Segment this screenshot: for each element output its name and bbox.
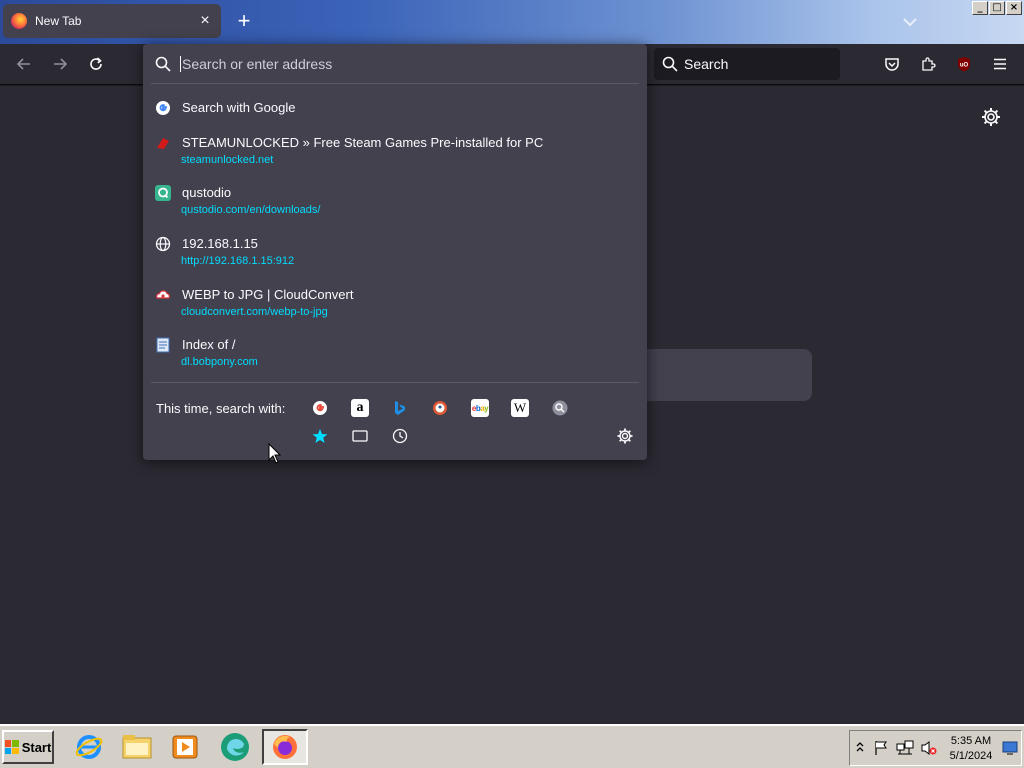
show-desktop-icon[interactable]: [1002, 741, 1018, 755]
firefox-icon: [273, 735, 297, 759]
taskbar: Start 5:35 AM 5/1/2024: [0, 724, 1024, 768]
result-title: 192.168.1.15: [182, 236, 258, 251]
result-title: Index of /: [182, 337, 236, 352]
show-hidden-icons-icon[interactable]: [856, 741, 864, 753]
menu-button[interactable]: [988, 52, 1012, 76]
title-bar: New Tab × + _ □ ×: [0, 0, 1024, 44]
duckduckgo-icon: [433, 401, 447, 415]
wikipedia-icon: W: [513, 400, 527, 415]
search-icon: [662, 56, 678, 72]
ebay-icon: ebay: [471, 403, 489, 413]
ebay-engine-button[interactable]: ebay: [471, 399, 489, 417]
minimize-button[interactable]: _: [972, 1, 988, 15]
document-icon: [156, 337, 170, 353]
search-settings-gear-icon[interactable]: [616, 427, 634, 445]
tab-title: New Tab: [35, 14, 82, 28]
clock-icon: [392, 428, 408, 444]
result-url: qustodio.com/en/downloads/: [181, 204, 321, 216]
star-icon: [312, 429, 328, 443]
internet-explorer-icon: [75, 735, 103, 759]
hamburger-menu-icon: [994, 58, 1006, 70]
address-placeholder: Search or enter address: [180, 55, 333, 72]
tabs-search-button[interactable]: [351, 427, 369, 445]
other-search-engine-button[interactable]: [551, 399, 569, 417]
web-search-box[interactable]: Search: [654, 48, 840, 80]
reload-button[interactable]: [84, 52, 108, 76]
search-engine-icon: [552, 400, 568, 416]
ublock-origin-icon: uO: [958, 57, 970, 72]
steamunlocked-icon: [157, 138, 169, 149]
window-controls: _ □ ×: [972, 1, 1022, 15]
result-title: WEBP to JPG | CloudConvert: [182, 287, 354, 302]
pocket-icon: [885, 58, 899, 71]
mouse-cursor-icon: [268, 443, 282, 464]
tab-new-tab[interactable]: New Tab ×: [3, 4, 221, 38]
divider: [151, 382, 639, 383]
amazon-icon: a: [356, 400, 364, 415]
cloudconvert-icon: [156, 290, 170, 299]
reload-icon: [90, 57, 102, 70]
gear-icon[interactable]: [980, 106, 1002, 128]
pocket-button[interactable]: [880, 52, 904, 76]
forward-arrow-icon: [54, 58, 68, 70]
address-input[interactable]: Search or enter address: [151, 44, 639, 84]
list-all-tabs-icon[interactable]: [898, 10, 922, 34]
start-label: Start: [21, 739, 52, 755]
start-button[interactable]: Start: [2, 730, 54, 764]
taskbar-firefox[interactable]: [262, 729, 308, 765]
result-url: steamunlocked.net: [181, 154, 274, 166]
media-player-icon: [172, 735, 198, 759]
taskbar-file-explorer[interactable]: [114, 729, 160, 765]
ublock-button[interactable]: uO: [952, 52, 976, 76]
result-url: http://192.168.1.15:912: [181, 255, 295, 267]
bing-icon: [395, 401, 405, 415]
search-icon: [155, 56, 171, 72]
volume-muted-icon[interactable]: [920, 740, 938, 756]
history-search-button[interactable]: [391, 427, 409, 445]
google-engine-button[interactable]: [311, 399, 329, 417]
firefox-icon: [11, 13, 27, 29]
close-tab-icon[interactable]: ×: [197, 13, 213, 29]
result-title: qustodio: [182, 185, 232, 200]
clock[interactable]: 5:35 AM 5/1/2024: [945, 734, 997, 764]
google-icon: [156, 101, 170, 115]
back-arrow-icon: [16, 58, 30, 70]
system-tray: 5:35 AM 5/1/2024: [849, 730, 1022, 766]
network-icon[interactable]: [896, 740, 914, 756]
restore-button[interactable]: □: [989, 1, 1005, 15]
extensions-button[interactable]: [916, 52, 940, 76]
result-title: Search with Google: [182, 100, 296, 115]
wikipedia-engine-button[interactable]: W: [511, 399, 529, 417]
forward-button[interactable]: [48, 52, 72, 76]
bookmarks-search-button[interactable]: [311, 427, 329, 445]
duckduckgo-engine-button[interactable]: [431, 399, 449, 417]
back-button[interactable]: [12, 52, 36, 76]
taskbar-media-player[interactable]: [162, 729, 208, 765]
result-title: STEAMUNLOCKED » Free Steam Games Pre-ins…: [182, 135, 544, 150]
new-tab-button[interactable]: +: [232, 10, 256, 34]
result-url: dl.bobpony.com: [181, 356, 258, 368]
tab-icon: [352, 430, 368, 442]
web-search-placeholder: Search: [684, 56, 729, 72]
qustodio-icon: [155, 185, 171, 201]
action-center-flag-icon[interactable]: [873, 740, 889, 756]
bing-engine-button[interactable]: [391, 399, 409, 417]
urlbar-dropdown: Search or enter address Search with Goog…: [143, 44, 647, 460]
one-off-search-label: This time, search with:: [156, 401, 286, 416]
windows-logo-icon: [4, 740, 19, 754]
globe-icon: [155, 236, 171, 252]
clock-date: 5/1/2024: [949, 750, 993, 762]
clock-time: 5:35 AM: [950, 735, 992, 747]
google-icon: [313, 401, 327, 415]
svg-text:uO: uO: [960, 63, 969, 69]
new-tab-search-box[interactable]: [640, 349, 812, 401]
amazon-engine-button[interactable]: a: [351, 399, 369, 417]
puzzle-icon: [922, 57, 936, 71]
folder-icon: [122, 735, 152, 759]
close-window-button[interactable]: ×: [1006, 1, 1022, 15]
edge-icon: [221, 733, 249, 761]
taskbar-edge[interactable]: [212, 729, 258, 765]
result-url: cloudconvert.com/webp-to-jpg: [181, 306, 328, 318]
taskbar-internet-explorer[interactable]: [66, 729, 112, 765]
